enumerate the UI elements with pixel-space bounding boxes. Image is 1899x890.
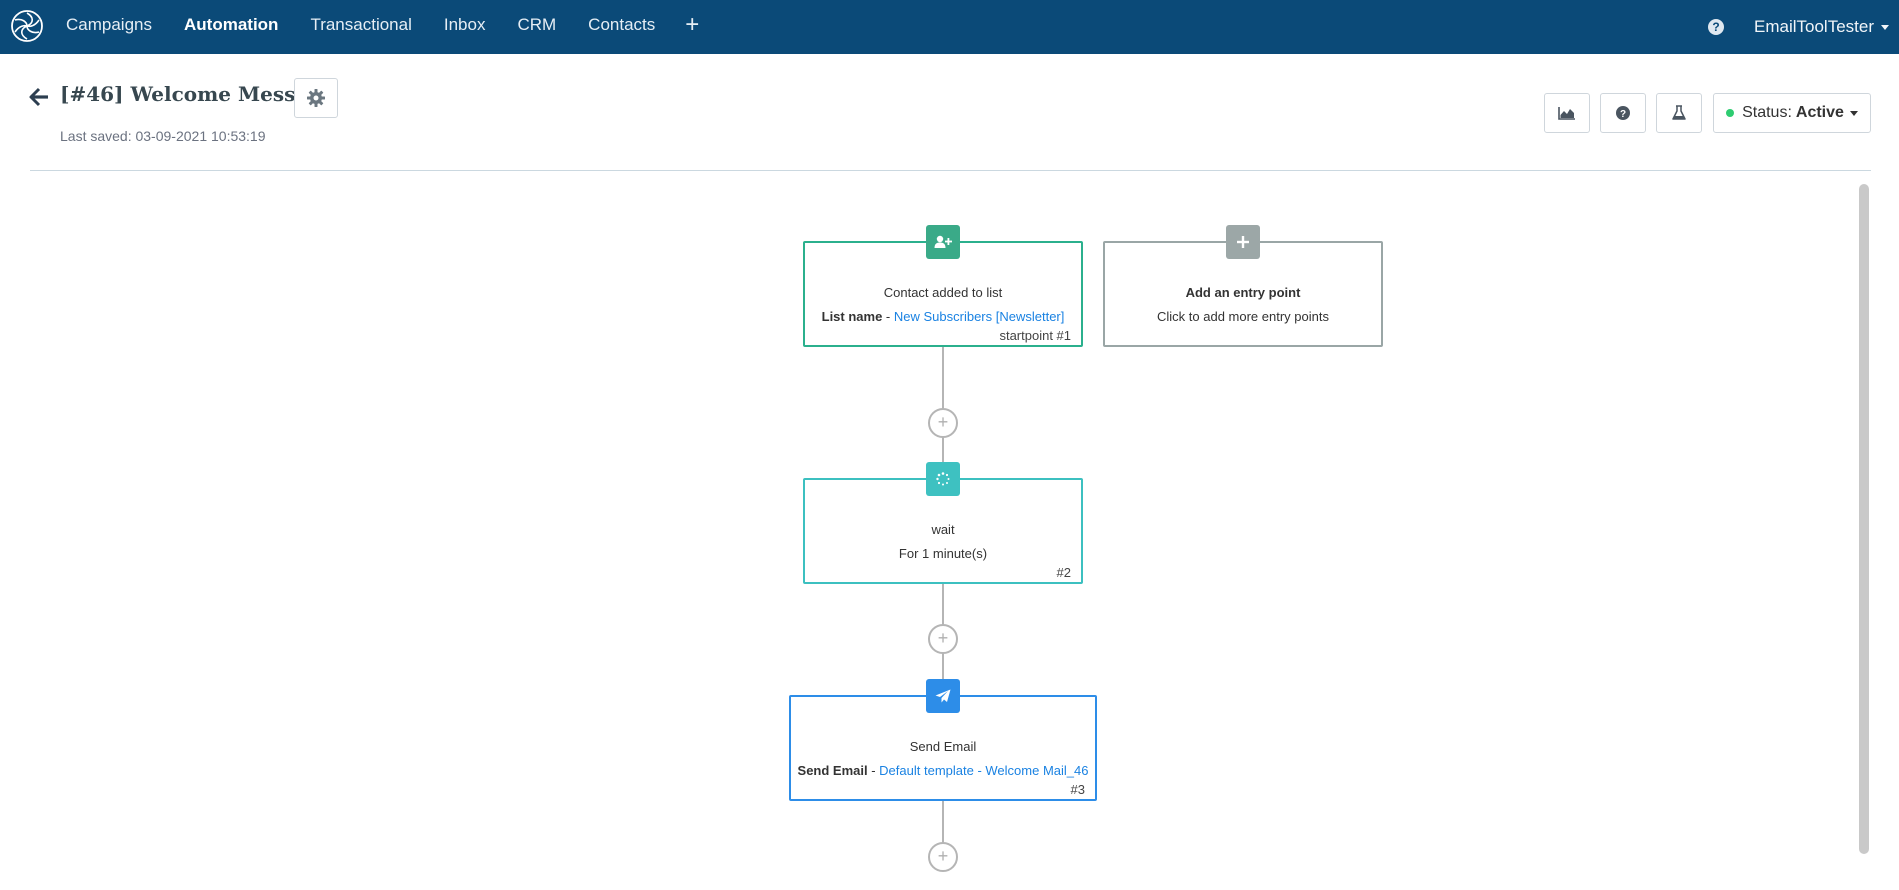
node-detail: Click to add more entry points bbox=[1157, 309, 1329, 324]
nav-campaigns[interactable]: Campaigns bbox=[50, 0, 168, 54]
connector-line bbox=[942, 801, 944, 845]
add-step-button[interactable]: + bbox=[928, 408, 958, 438]
help-icon[interactable]: ? bbox=[1708, 19, 1724, 35]
status-value: Active bbox=[1795, 104, 1844, 121]
spinner-icon bbox=[926, 462, 960, 496]
node-detail-separator: - bbox=[867, 763, 880, 778]
last-saved-timestamp: Last saved: 03-09-2021 10:53:19 bbox=[60, 128, 266, 144]
sendinblue-logo-icon[interactable] bbox=[10, 9, 44, 43]
workflow-node-send-email[interactable]: Send Email Send Email - Default template… bbox=[789, 679, 1097, 801]
user-name: EmailToolTester bbox=[1754, 17, 1874, 36]
main-nav: Campaigns Automation Transactional Inbox… bbox=[50, 0, 713, 54]
node-detail: Send Email - Default template - Welcome … bbox=[791, 763, 1095, 778]
user-plus-icon bbox=[926, 225, 960, 259]
node-detail: For 1 minute(s) bbox=[898, 546, 988, 561]
paper-plane-icon bbox=[926, 679, 960, 713]
stats-chart-icon bbox=[1558, 107, 1575, 120]
back-arrow-icon[interactable] bbox=[28, 86, 50, 108]
node-title: Send Email bbox=[909, 739, 977, 754]
user-menu[interactable]: EmailToolTester bbox=[1754, 17, 1889, 37]
caret-down-icon bbox=[1849, 110, 1858, 116]
test-button[interactable] bbox=[1656, 93, 1702, 133]
node-detail-separator: - bbox=[882, 309, 894, 324]
status-label: Status: bbox=[1742, 104, 1792, 121]
workflow-node-entry[interactable]: Contact added to list List name - New Su… bbox=[803, 225, 1083, 347]
nav-contacts[interactable]: Contacts bbox=[572, 0, 671, 54]
canvas-scrollbar[interactable] bbox=[1859, 184, 1869, 854]
svg-text:?: ? bbox=[1620, 109, 1626, 120]
nav-add-plus-icon[interactable]: + bbox=[671, 0, 713, 54]
node-detail-label: List name bbox=[821, 309, 883, 324]
status-dot-icon bbox=[1726, 109, 1735, 117]
node-title: Contact added to list bbox=[883, 285, 1003, 300]
top-right-menu: ? EmailToolTester bbox=[1708, 0, 1889, 54]
plus-icon bbox=[1226, 225, 1260, 259]
workflow-node-wait[interactable]: wait For 1 minute(s) #2 bbox=[803, 462, 1083, 584]
help-button[interactable]: ? bbox=[1600, 93, 1646, 133]
top-navbar: Campaigns Automation Transactional Inbox… bbox=[0, 0, 1899, 54]
node-detail: List name - New Subscribers [Newsletter] bbox=[805, 309, 1081, 324]
node-detail-label: Send Email bbox=[797, 763, 868, 778]
node-title: Add an entry point bbox=[1185, 285, 1301, 300]
caret-down-icon bbox=[1881, 24, 1889, 30]
nav-automation[interactable]: Automation bbox=[168, 0, 294, 54]
add-entry-point-node[interactable]: Add an entry point Click to add more ent… bbox=[1103, 225, 1383, 347]
node-title: wait bbox=[931, 522, 955, 537]
gear-icon bbox=[307, 89, 325, 107]
flask-icon bbox=[1672, 105, 1686, 120]
node-id: startpoint #1 bbox=[999, 328, 1071, 343]
add-step-button[interactable]: + bbox=[928, 842, 958, 872]
status-dropdown[interactable]: Status: Active bbox=[1713, 93, 1871, 133]
node-id: #3 bbox=[1070, 782, 1085, 797]
stats-button[interactable] bbox=[1544, 93, 1590, 133]
list-name-link[interactable]: New Subscribers [Newsletter] bbox=[894, 309, 1065, 324]
email-template-link[interactable]: Default template - Welcome Mail_46 bbox=[879, 763, 1088, 778]
nav-transactional[interactable]: Transactional bbox=[294, 0, 427, 54]
workflow-settings-button[interactable] bbox=[294, 78, 338, 118]
nav-crm[interactable]: CRM bbox=[501, 0, 572, 54]
node-id: #2 bbox=[1056, 565, 1071, 580]
help-circle-icon: ? bbox=[1616, 106, 1630, 120]
add-step-button[interactable]: + bbox=[928, 624, 958, 654]
nav-inbox[interactable]: Inbox bbox=[428, 0, 502, 54]
